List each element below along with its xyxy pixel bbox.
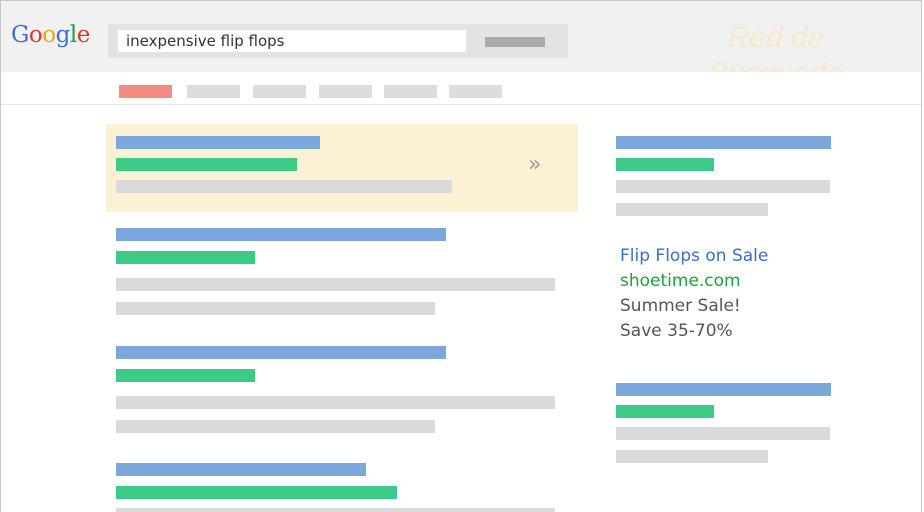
search-button[interactable]	[485, 37, 545, 47]
tab[interactable]	[187, 85, 240, 98]
tab[interactable]	[253, 85, 306, 98]
logo-letter: o	[42, 22, 56, 48]
result-url-placeholder	[116, 369, 255, 382]
double-chevron-right-icon[interactable]: »	[528, 153, 541, 177]
result-url-placeholder	[116, 158, 297, 171]
side-ad-title-placeholder[interactable]	[616, 383, 831, 396]
result-title-placeholder[interactable]	[116, 346, 446, 359]
side-ad-url: shoetime.com	[620, 271, 741, 291]
side-ad-text-placeholder	[616, 180, 830, 193]
result-title-placeholder[interactable]	[116, 228, 446, 241]
logo-letter: G	[11, 22, 29, 48]
side-ad-url-placeholder	[616, 405, 714, 418]
result-snippet-placeholder	[116, 180, 452, 193]
logo-letter: e	[76, 22, 91, 48]
side-ad-text-placeholder	[616, 427, 830, 440]
side-ad-text-placeholder	[616, 203, 768, 216]
google-logo[interactable]: Google	[11, 22, 90, 48]
side-ad-line: Save 35-70%	[620, 321, 733, 341]
result-url-placeholder	[116, 486, 397, 499]
result-snippet-placeholder	[116, 508, 555, 512]
logo-letter: g	[55, 22, 71, 48]
result-snippet-placeholder	[116, 420, 435, 433]
tab[interactable]	[384, 85, 437, 98]
result-snippet-placeholder	[116, 396, 555, 409]
side-ad-title[interactable]: Flip Flops on Sale	[620, 244, 768, 269]
logo-letter: l	[69, 22, 77, 48]
result-title-placeholder[interactable]	[116, 463, 366, 476]
result-snippet-placeholder	[116, 278, 555, 291]
tab-active[interactable]	[119, 85, 172, 98]
side-ad-example[interactable]: Flip Flops on Sale shoetime.com Summer S…	[620, 244, 768, 344]
result-url-placeholder	[116, 251, 255, 264]
result-title-placeholder[interactable]	[116, 136, 320, 149]
search-input[interactable]	[118, 30, 466, 52]
side-ad-text-placeholder	[616, 450, 768, 463]
tab[interactable]	[449, 85, 502, 98]
result-snippet-placeholder	[116, 302, 435, 315]
side-ad-url-placeholder	[616, 158, 714, 171]
side-ad-title-placeholder[interactable]	[616, 136, 831, 149]
side-ad-line: Summer Sale!	[620, 296, 741, 316]
logo-letter: o	[28, 22, 43, 48]
tab[interactable]	[319, 85, 372, 98]
